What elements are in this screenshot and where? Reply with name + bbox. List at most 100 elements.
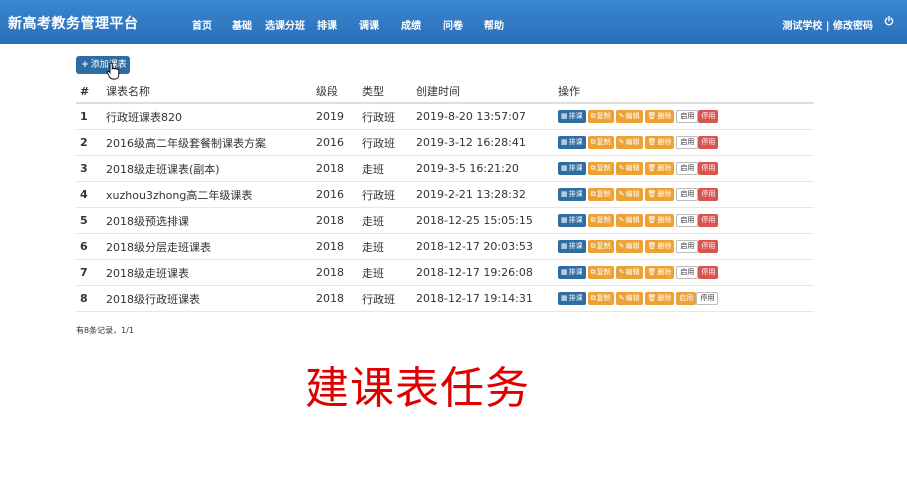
copy-icon: ⧉ — [590, 138, 596, 147]
disable-button[interactable]: 停用 — [698, 188, 719, 202]
delete-button[interactable]: 🗑删除 — [644, 188, 675, 202]
copy-button[interactable]: ⧉复制 — [587, 188, 614, 202]
copy-icon: ⧉ — [590, 190, 596, 199]
edit-button[interactable]: ✎编辑 — [615, 162, 643, 176]
disable-button[interactable]: 停用 — [698, 240, 719, 254]
edit-icon: ✎ — [618, 138, 625, 147]
nav-scores[interactable]: 成绩 — [401, 17, 421, 32]
header-index: # — [76, 80, 106, 104]
copy-label: 复制 — [596, 216, 611, 225]
edit-icon: ✎ — [618, 164, 625, 173]
schedule-button[interactable]: ▦排课 — [558, 214, 586, 228]
disable-button[interactable]: 停用 — [698, 214, 719, 228]
row-index: 5 — [76, 207, 106, 234]
disable-button[interactable]: 停用 — [698, 110, 719, 124]
copy-button[interactable]: ⧉复制 — [587, 162, 614, 176]
disable-button[interactable]: 停用 — [698, 266, 719, 280]
enable-button[interactable]: 启用 — [676, 110, 699, 124]
row-created-time: 2018-12-17 19:26:08 — [416, 259, 558, 286]
enable-button[interactable]: 启用 — [676, 188, 699, 202]
enable-button[interactable]: 启用 — [676, 162, 699, 176]
add-timetable-button[interactable]: + 添加课表 — [76, 56, 130, 74]
edit-label: 编辑 — [625, 112, 640, 121]
enable-button[interactable]: 启用 — [676, 240, 699, 254]
nav-scheduling[interactable]: 排课 — [317, 17, 337, 32]
edit-button[interactable]: ✎编辑 — [615, 266, 643, 280]
schedule-icon: ▦ — [561, 242, 568, 251]
copy-label: 复制 — [596, 268, 611, 277]
row-actions: ▦排课 ⧉复制 ✎编辑 🗑删除 启用 停用 — [558, 103, 814, 130]
row-index: 1 — [76, 103, 106, 130]
delete-button[interactable]: 🗑删除 — [644, 240, 675, 254]
copy-button[interactable]: ⧉复制 — [587, 110, 614, 124]
disable-button[interactable]: 停用 — [696, 292, 719, 306]
nav-course-selection[interactable]: 选课分班 — [265, 17, 305, 32]
header-name: 课表名称 — [106, 80, 316, 104]
copy-icon: ⧉ — [590, 294, 596, 303]
edit-button[interactable]: ✎编辑 — [615, 136, 643, 150]
enable-button[interactable]: 启用 — [676, 214, 699, 228]
copy-label: 复制 — [596, 294, 611, 303]
row-type: 走班 — [362, 207, 416, 234]
delete-button[interactable]: 🗑删除 — [644, 266, 675, 280]
user-links[interactable]: 测试学校 | 修改密码 — [782, 17, 873, 32]
delete-button[interactable]: 🗑删除 — [644, 214, 675, 228]
row-actions: ▦排课 ⧉复制 ✎编辑 🗑删除 启用 停用 — [558, 129, 814, 156]
copy-button[interactable]: ⧉复制 — [587, 266, 614, 280]
enable-button[interactable]: 启用 — [676, 266, 699, 280]
row-actions: ▦排课 ⧉复制 ✎编辑 🗑删除 启用 停用 — [558, 233, 814, 260]
overlay-caption: 建课表任务 — [305, 363, 530, 414]
schedule-label: 排课 — [568, 164, 583, 173]
schedule-icon: ▦ — [561, 190, 568, 199]
edit-button[interactable]: ✎编辑 — [615, 240, 643, 254]
schedule-button[interactable]: ▦排课 — [558, 240, 586, 254]
schedule-label: 排课 — [568, 268, 583, 277]
copy-button[interactable]: ⧉复制 — [587, 214, 614, 228]
row-level: 2018 — [316, 233, 362, 260]
edit-button[interactable]: ✎编辑 — [615, 214, 643, 228]
table-row: 6 2018级分层走班课表 2018 走班 2018-12-17 20:03:53 ▦排课… — [76, 233, 814, 260]
edit-button[interactable]: ✎编辑 — [615, 188, 643, 202]
delete-button[interactable]: 🗑删除 — [644, 110, 675, 124]
table-row: 7 2018级走班课表 2018 走班 2018-12-17 19:26:08 ▦排课 ⧉复… — [76, 259, 814, 286]
row-actions: ▦排课 ⧉复制 ✎编辑 🗑删除 启用 停用 — [558, 259, 814, 286]
copy-button[interactable]: ⧉复制 — [587, 136, 614, 150]
nav-basic[interactable]: 基础 — [232, 17, 252, 32]
schedule-button[interactable]: ▦排课 — [558, 188, 586, 202]
delete-icon: 🗑 — [647, 164, 657, 173]
schedule-button[interactable]: ▦排课 — [558, 110, 586, 124]
nav-home[interactable]: 首页 — [192, 17, 212, 32]
row-name: 2018级行政班课表 — [106, 285, 316, 312]
edit-button[interactable]: ✎编辑 — [615, 110, 643, 124]
schedule-icon: ▦ — [561, 216, 568, 225]
delete-label: 删除 — [657, 190, 672, 199]
schedule-icon: ▦ — [561, 268, 568, 277]
edit-icon: ✎ — [618, 242, 625, 251]
table-row: 3 2018级走班课表(副本) 2018 走班 2019-3-5 16:21:20 ▦排课… — [76, 155, 814, 182]
enable-button[interactable]: 启用 — [676, 292, 697, 306]
schedule-icon: ▦ — [561, 294, 568, 303]
schedule-button[interactable]: ▦排课 — [558, 136, 586, 150]
power-icon[interactable] — [884, 16, 894, 26]
row-created-time: 2018-12-17 19:14:31 — [416, 285, 558, 312]
disable-button[interactable]: 停用 — [698, 136, 719, 150]
nav-survey[interactable]: 问卷 — [443, 17, 463, 32]
row-level: 2018 — [316, 155, 362, 182]
nav-adjust[interactable]: 调课 — [359, 17, 379, 32]
enable-button[interactable]: 启用 — [676, 136, 699, 150]
nav-help[interactable]: 帮助 — [484, 17, 504, 32]
copy-button[interactable]: ⧉复制 — [587, 292, 614, 306]
delete-button[interactable]: 🗑删除 — [644, 162, 675, 176]
disable-button[interactable]: 停用 — [698, 162, 719, 176]
row-created-time: 2019-3-5 16:21:20 — [416, 155, 558, 182]
schedule-button[interactable]: ▦排课 — [558, 266, 586, 280]
schedule-button[interactable]: ▦排课 — [558, 162, 586, 176]
delete-button[interactable]: 🗑删除 — [644, 292, 675, 306]
delete-button[interactable]: 🗑删除 — [644, 136, 675, 150]
edit-button[interactable]: ✎编辑 — [615, 292, 643, 306]
schedule-button[interactable]: ▦排课 — [558, 292, 586, 306]
schedule-label: 排课 — [568, 138, 583, 147]
hand-cursor-icon — [106, 62, 120, 80]
table-row: 2 2016级高二年级套餐制课表方案 2016 行政班 2019-3-12 16:28:… — [76, 129, 814, 156]
copy-button[interactable]: ⧉复制 — [587, 240, 614, 254]
